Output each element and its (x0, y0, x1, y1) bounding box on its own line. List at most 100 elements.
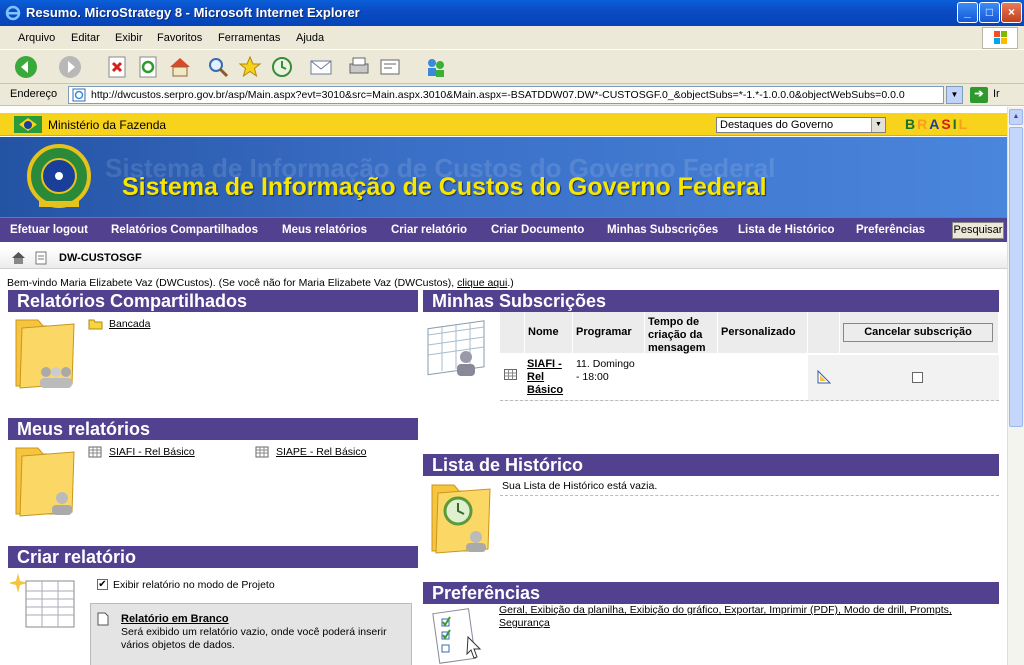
calendar-icon (427, 320, 485, 376)
menu-ajuda[interactable]: Ajuda (296, 32, 324, 44)
shared-folder-icon (15, 319, 75, 389)
blank-report-link[interactable]: Relatório em Branco (121, 613, 229, 625)
go-arrow-icon[interactable]: ➔ (970, 87, 988, 103)
shared-reports-header: Relatórios Compartilhados (8, 290, 418, 312)
menu-ferramentas[interactable]: Ferramentas (218, 32, 280, 44)
col-personalizado-header: Personalizado (718, 312, 808, 353)
nav-create-document[interactable]: Criar Documento (491, 224, 584, 236)
destaques-select[interactable]: Destaques do Governo ▼ (716, 117, 886, 133)
create-report-header: Criar relatório (8, 546, 418, 568)
preferences-checklist-icon (432, 608, 482, 664)
home-icon[interactable] (168, 55, 192, 79)
go-button-label[interactable]: Ir (993, 88, 1000, 100)
cancel-subscription-button[interactable]: Cancelar subscrição (843, 323, 993, 342)
col-icon-header (500, 312, 525, 353)
home-icon[interactable] (11, 251, 26, 265)
subscriptions-header: Minhas Subscrições (423, 290, 999, 312)
address-dropdown-icon[interactable]: ▼ (946, 86, 963, 104)
window-titlebar: Resumo. MicroStrategy 8 - Microsoft Inte… (0, 0, 1024, 26)
maximize-button[interactable]: □ (979, 2, 1000, 23)
banner: Sistema de Informação de Custos do Gover… (0, 137, 1008, 217)
brazil-flag-icon (14, 116, 42, 133)
my-reports-header: Meus relatórios (8, 418, 418, 440)
destaques-select-value: Destaques do Governo (720, 119, 834, 131)
col-cancel-header: Cancelar subscrição (840, 312, 999, 353)
menu-exibir[interactable]: Exibir (115, 32, 143, 44)
address-label: Endereço (10, 88, 58, 100)
nav-create-report[interactable]: Criar relatório (391, 224, 467, 236)
chevron-down-icon: ▼ (871, 118, 885, 132)
messenger-icon[interactable] (424, 55, 448, 79)
menu-arquivo[interactable]: Arquivo (18, 32, 55, 44)
refresh-icon[interactable] (137, 55, 161, 79)
welcome-tail: .) (507, 277, 514, 289)
page-viewport: Ministério da Fazenda Destaques do Gover… (0, 107, 1008, 665)
nav-preferences[interactable]: Preferências (856, 224, 925, 236)
main-nav: Efetuar logout Relatórios Compartilhados… (0, 217, 1008, 242)
history-empty-text: Sua Lista de Histórico está vazia. (502, 480, 658, 492)
cancel-subscription-checkbox[interactable] (912, 372, 923, 383)
gov-bar: Ministério da Fazenda Destaques do Gover… (0, 113, 1008, 136)
new-report-icon (10, 573, 75, 628)
banner-title: Sistema de Informação de Custos do Gover… (122, 173, 767, 201)
close-button[interactable]: × (1001, 2, 1022, 23)
history-folder-icon (431, 484, 491, 554)
design-mode-label: Exibir relatório no modo de Projeto (113, 579, 275, 591)
search-icon[interactable] (206, 55, 230, 79)
design-mode-checkbox[interactable]: ✔ (97, 579, 108, 590)
breadcrumb-project[interactable]: DW-CUSTOSGF (59, 252, 142, 264)
breadcrumb: DW-CUSTOSGF (0, 248, 1008, 269)
report-link-siape[interactable]: SIAPE - Rel Básico (276, 446, 366, 458)
minimize-button[interactable]: _ (957, 2, 978, 23)
report-grid-icon (504, 369, 517, 380)
print-icon[interactable] (347, 55, 371, 79)
report-grid-icon (255, 446, 269, 458)
col-programar-header: Programar (573, 312, 645, 353)
col-edit-header (808, 312, 840, 353)
col-nome-header: Nome (525, 312, 573, 353)
nav-shared-reports[interactable]: Relatórios Compartilhados (111, 224, 258, 236)
address-url: http://dwcustos.serpro.gov.br/asp/Main.a… (91, 89, 905, 101)
ministry-label: Ministério da Fazenda (48, 118, 167, 132)
stop-icon[interactable] (106, 55, 130, 79)
project-icon[interactable] (34, 251, 48, 265)
search-button[interactable]: Pesquisar (952, 222, 1004, 239)
menubar: Arquivo Editar Exibir Favoritos Ferramen… (0, 26, 1024, 50)
back-icon[interactable] (14, 55, 38, 79)
menu-favoritos[interactable]: Favoritos (157, 32, 202, 44)
welcome-text: Bem-vindo Maria Elizabete Vaz (DWCustos)… (7, 277, 458, 289)
not-you-link[interactable]: clique aqui (457, 277, 507, 289)
forward-icon[interactable] (58, 55, 82, 79)
nav-my-reports[interactable]: Meus relatórios (282, 224, 367, 236)
windows-logo-icon (982, 27, 1018, 49)
edit-subscription-icon[interactable] (816, 369, 832, 385)
my-reports-folder-icon (15, 447, 75, 517)
nav-logout[interactable]: Efetuar logout (10, 224, 88, 236)
preferences-links[interactable]: Geral, Exibição da planilha, Exibição do… (499, 604, 979, 630)
national-seal-icon (27, 144, 91, 208)
scroll-up-icon[interactable]: ▲ (1009, 109, 1023, 125)
history-header: Lista de Histórico (423, 454, 999, 476)
col-tempo-header: Tempo de criação da mensagem (645, 312, 718, 354)
report-link-siafi[interactable]: SIAFI - Rel Básico (109, 446, 195, 458)
scroll-thumb[interactable] (1009, 127, 1023, 427)
menu-editar[interactable]: Editar (71, 32, 100, 44)
vertical-scrollbar[interactable]: ▲ (1007, 107, 1024, 665)
address-bar: Endereço http://dwcustos.serpro.gov.br/a… (0, 84, 1024, 106)
edit-icon[interactable] (378, 55, 402, 79)
table-row: SIAFI - Rel Básico 11. Domingo - 18:00 (500, 355, 999, 401)
report-grid-icon (88, 446, 102, 458)
favorites-icon[interactable] (238, 55, 262, 79)
subscription-schedule: 11. Domingo - 18:00 (576, 358, 635, 383)
subscription-name-link[interactable]: SIAFI - Rel Básico (527, 358, 571, 397)
address-input[interactable]: http://dwcustos.serpro.gov.br/asp/Main.a… (68, 86, 944, 104)
nav-subscriptions[interactable]: Minhas Subscrições (607, 224, 718, 236)
history-icon[interactable] (270, 55, 294, 79)
brasil-logo[interactable]: BRASIL (905, 116, 985, 134)
blank-page-icon (97, 612, 109, 626)
mail-icon[interactable] (309, 55, 333, 79)
folder-bancada-link[interactable]: Bancada (109, 318, 150, 330)
toolbar (0, 50, 1024, 84)
nav-history[interactable]: Lista de Histórico (738, 224, 835, 236)
blank-report-panel: Relatório em Branco Será exibido um rela… (90, 603, 412, 665)
